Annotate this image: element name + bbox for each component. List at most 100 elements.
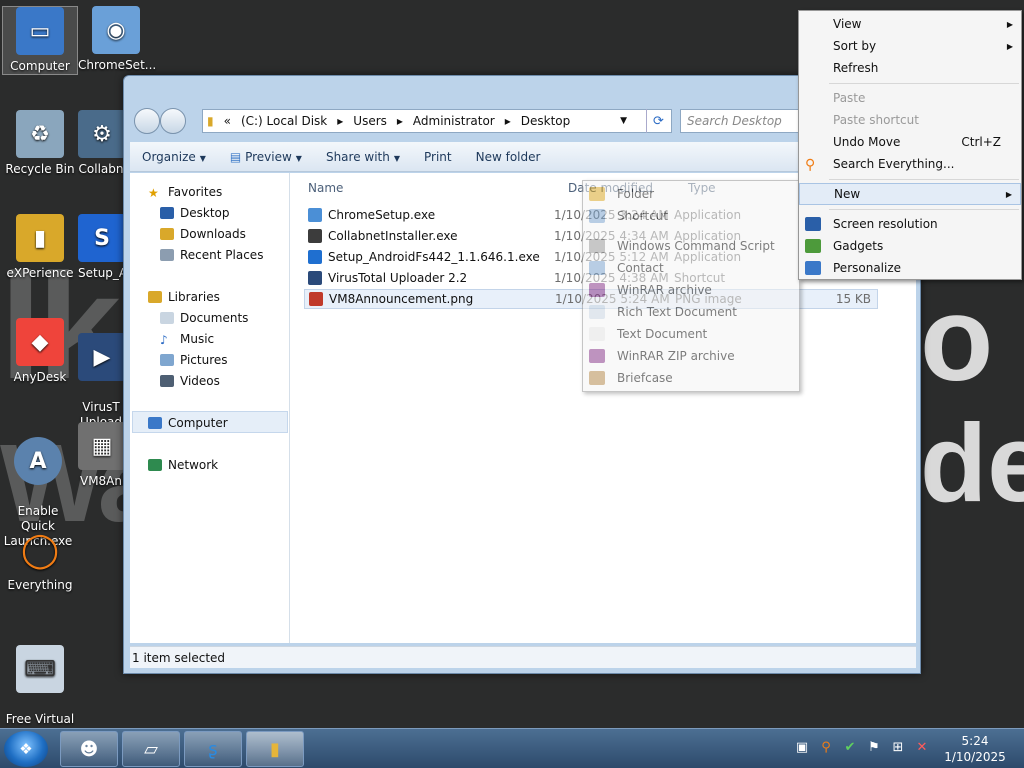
nav-music[interactable]: ♪ Music bbox=[160, 332, 214, 347]
command-bar: Organize ▼ ▤ Preview ▼ Share with ▼ Print N… bbox=[130, 142, 914, 172]
music-icon: ♪ bbox=[160, 333, 168, 347]
clock-time: 5:24 bbox=[961, 734, 989, 748]
menu-item-screen-resolution[interactable]: Screen resolution bbox=[799, 213, 1021, 235]
menu-item-sort-by[interactable]: Sort by ▶ bbox=[799, 35, 1021, 57]
desktop-icon-vm8[interactable]: ▦ VM8An bbox=[78, 422, 124, 489]
chevron-right-icon: ▶ bbox=[1006, 41, 1013, 51]
forward-button[interactable] bbox=[160, 108, 186, 134]
everything-icon: ◯ bbox=[20, 529, 60, 570]
submenu-item-winrar-zip[interactable]: WinRAR ZIP archive bbox=[583, 345, 799, 367]
nav-network[interactable]: Network bbox=[148, 458, 218, 472]
virustotal-icon: ▶ bbox=[78, 333, 124, 381]
chevron-down-icon[interactable]: ▼ bbox=[620, 116, 627, 126]
desktop-icon-computer[interactable]: ▭ Computer bbox=[2, 6, 78, 75]
raccoon-icon: ☻ bbox=[79, 738, 99, 760]
submenu-item-rich-text[interactable]: Rich Text Document bbox=[583, 301, 799, 323]
menu-item-search-everything[interactable]: ⚲ Search Everything... bbox=[799, 153, 1021, 175]
desktop-icon bbox=[160, 207, 174, 219]
breadcrumb-administrator[interactable]: Administrator bbox=[413, 114, 495, 128]
breadcrumb-desktop[interactable]: Desktop bbox=[521, 114, 571, 128]
submenu-item-contact[interactable]: Contact bbox=[583, 257, 799, 279]
folder-icon: ▮ bbox=[207, 114, 214, 128]
desktop-icon-chromesetup[interactable]: ◉ ChromeSet... bbox=[78, 6, 157, 73]
menu-separator bbox=[829, 179, 1019, 180]
system-tray: ▣ ⚲ ✔ ⚑ ⊞ ✕ bbox=[792, 737, 936, 757]
address-chevrons[interactable]: « bbox=[224, 114, 231, 128]
desktop-icon-setup-android[interactable]: S Setup_A bbox=[78, 214, 124, 281]
text-file-icon bbox=[589, 327, 605, 341]
menu-item-view[interactable]: View ▶ bbox=[799, 13, 1021, 35]
nav-libraries[interactable]: Libraries bbox=[148, 290, 220, 304]
shortcut-file-icon bbox=[308, 271, 322, 285]
breadcrumb-users[interactable]: Users bbox=[353, 114, 387, 128]
desktop-icon-label: Setup_A bbox=[78, 266, 124, 280]
submenu-item-briefcase[interactable]: Briefcase bbox=[583, 367, 799, 389]
start-button[interactable]: ❖ bbox=[4, 731, 48, 767]
setup-android-icon: S bbox=[78, 214, 124, 262]
nav-desktop[interactable]: Desktop bbox=[160, 206, 230, 220]
column-header-name[interactable]: Name bbox=[308, 181, 343, 195]
taskbar-app-window[interactable]: ▱ bbox=[122, 731, 180, 767]
submenu-item-text-document[interactable]: Text Document bbox=[583, 323, 799, 345]
nav-documents[interactable]: Documents bbox=[160, 311, 248, 325]
network-icon bbox=[148, 459, 162, 471]
breadcrumb-local-disk[interactable]: (C:) Local Disk bbox=[241, 114, 327, 128]
tray-app-icon[interactable]: ▣ bbox=[792, 737, 812, 757]
anydesk-icon: ◆ bbox=[16, 318, 64, 366]
wallpaper-text: de bbox=[920, 402, 1024, 525]
tray-search-icon[interactable]: ⚲ bbox=[816, 737, 836, 757]
new-folder-button[interactable]: New folder bbox=[464, 150, 553, 164]
search-input[interactable]: Search Desktop bbox=[680, 109, 810, 133]
refresh-icon[interactable]: ⟳ bbox=[646, 109, 670, 133]
menu-item-refresh[interactable]: Refresh bbox=[799, 57, 1021, 79]
taskbar: ❖ ☻ ▱ ʂ ▮ ▣ ⚲ ✔ ⚑ ⊞ ✕ 5:24 1/10/2025 bbox=[0, 728, 1024, 768]
taskbar-app-explorer[interactable]: ▮ bbox=[246, 731, 304, 767]
preview-button[interactable]: ▤ Preview ▼ bbox=[218, 150, 314, 164]
menu-item-paste-shortcut[interactable]: Paste shortcut bbox=[799, 109, 1021, 131]
submenu-item-command-script[interactable]: Windows Command Script bbox=[583, 235, 799, 257]
recycle-bin-icon: ♻ bbox=[16, 110, 64, 158]
desktop-icon-experience[interactable]: ▮ eXPerience bbox=[2, 214, 78, 281]
menu-item-gadgets[interactable]: Gadgets bbox=[799, 235, 1021, 257]
tray-network-icon[interactable]: ⊞ bbox=[888, 737, 908, 757]
submenu-item-winrar-archive[interactable]: WinRAR archive bbox=[583, 279, 799, 301]
print-button[interactable]: Print bbox=[412, 150, 464, 164]
clock-date: 1/10/2025 bbox=[944, 750, 1006, 764]
back-button[interactable] bbox=[134, 108, 160, 134]
menu-item-new[interactable]: New ▶ bbox=[799, 183, 1021, 205]
menu-item-paste[interactable]: Paste bbox=[799, 87, 1021, 109]
folder-icon bbox=[589, 187, 605, 201]
desktop-icon-label: ChromeSet... bbox=[78, 58, 157, 72]
desktop-context-menu[interactable]: View ▶ Sort by ▶ Refresh Paste Paste short… bbox=[798, 10, 1022, 280]
nav-downloads[interactable]: Downloads bbox=[160, 227, 246, 241]
folder-icon: ▮ bbox=[270, 738, 280, 760]
tray-volume-icon[interactable]: ✕ bbox=[912, 737, 932, 757]
menu-item-personalize[interactable]: Personalize bbox=[799, 257, 1021, 279]
new-submenu[interactable]: Folder Shortcut Windows Command Script C… bbox=[582, 180, 800, 392]
desktop-icon-recycle-bin[interactable]: ♻ Recycle Bin bbox=[2, 110, 78, 177]
share-with-button[interactable]: Share with ▼ bbox=[314, 150, 412, 164]
nav-computer[interactable]: Computer bbox=[148, 416, 228, 430]
organize-button[interactable]: Organize ▼ bbox=[130, 150, 218, 164]
desktop-icon-collabnet[interactable]: ⚙ Collabn bbox=[78, 110, 124, 177]
nav-recent-places[interactable]: Recent Places bbox=[160, 248, 263, 262]
taskbar-app-swan[interactable]: ʂ bbox=[184, 731, 242, 767]
nav-pictures[interactable]: Pictures bbox=[160, 353, 228, 367]
image-file-icon bbox=[309, 292, 323, 306]
submenu-item-shortcut[interactable]: Shortcut bbox=[583, 205, 799, 227]
keyboard-icon: ⌨ bbox=[16, 645, 64, 693]
address-bar[interactable]: ▮ « (C:) Local Disk ▸ Users ▸ Administra… bbox=[202, 109, 672, 133]
menu-item-undo-move[interactable]: Undo Move Ctrl+Z bbox=[799, 131, 1021, 153]
tray-flag-icon[interactable]: ⚑ bbox=[864, 737, 884, 757]
taskbar-app-raccoon[interactable]: ☻ bbox=[60, 731, 118, 767]
chevron-right-icon: ▶ bbox=[1005, 189, 1012, 199]
desktop-icon-everything[interactable]: ◯ Everything bbox=[2, 526, 78, 593]
nav-favorites[interactable]: ★ Favorites bbox=[148, 185, 222, 200]
taskbar-clock[interactable]: 5:24 1/10/2025 bbox=[935, 733, 1015, 765]
nav-videos[interactable]: Videos bbox=[160, 374, 220, 388]
libraries-icon bbox=[148, 291, 162, 303]
tray-security-icon[interactable]: ✔ bbox=[840, 737, 860, 757]
desktop-icon-anydesk[interactable]: ◆ AnyDesk bbox=[2, 318, 78, 385]
pictures-icon bbox=[160, 354, 174, 366]
submenu-item-folder[interactable]: Folder bbox=[583, 183, 799, 205]
